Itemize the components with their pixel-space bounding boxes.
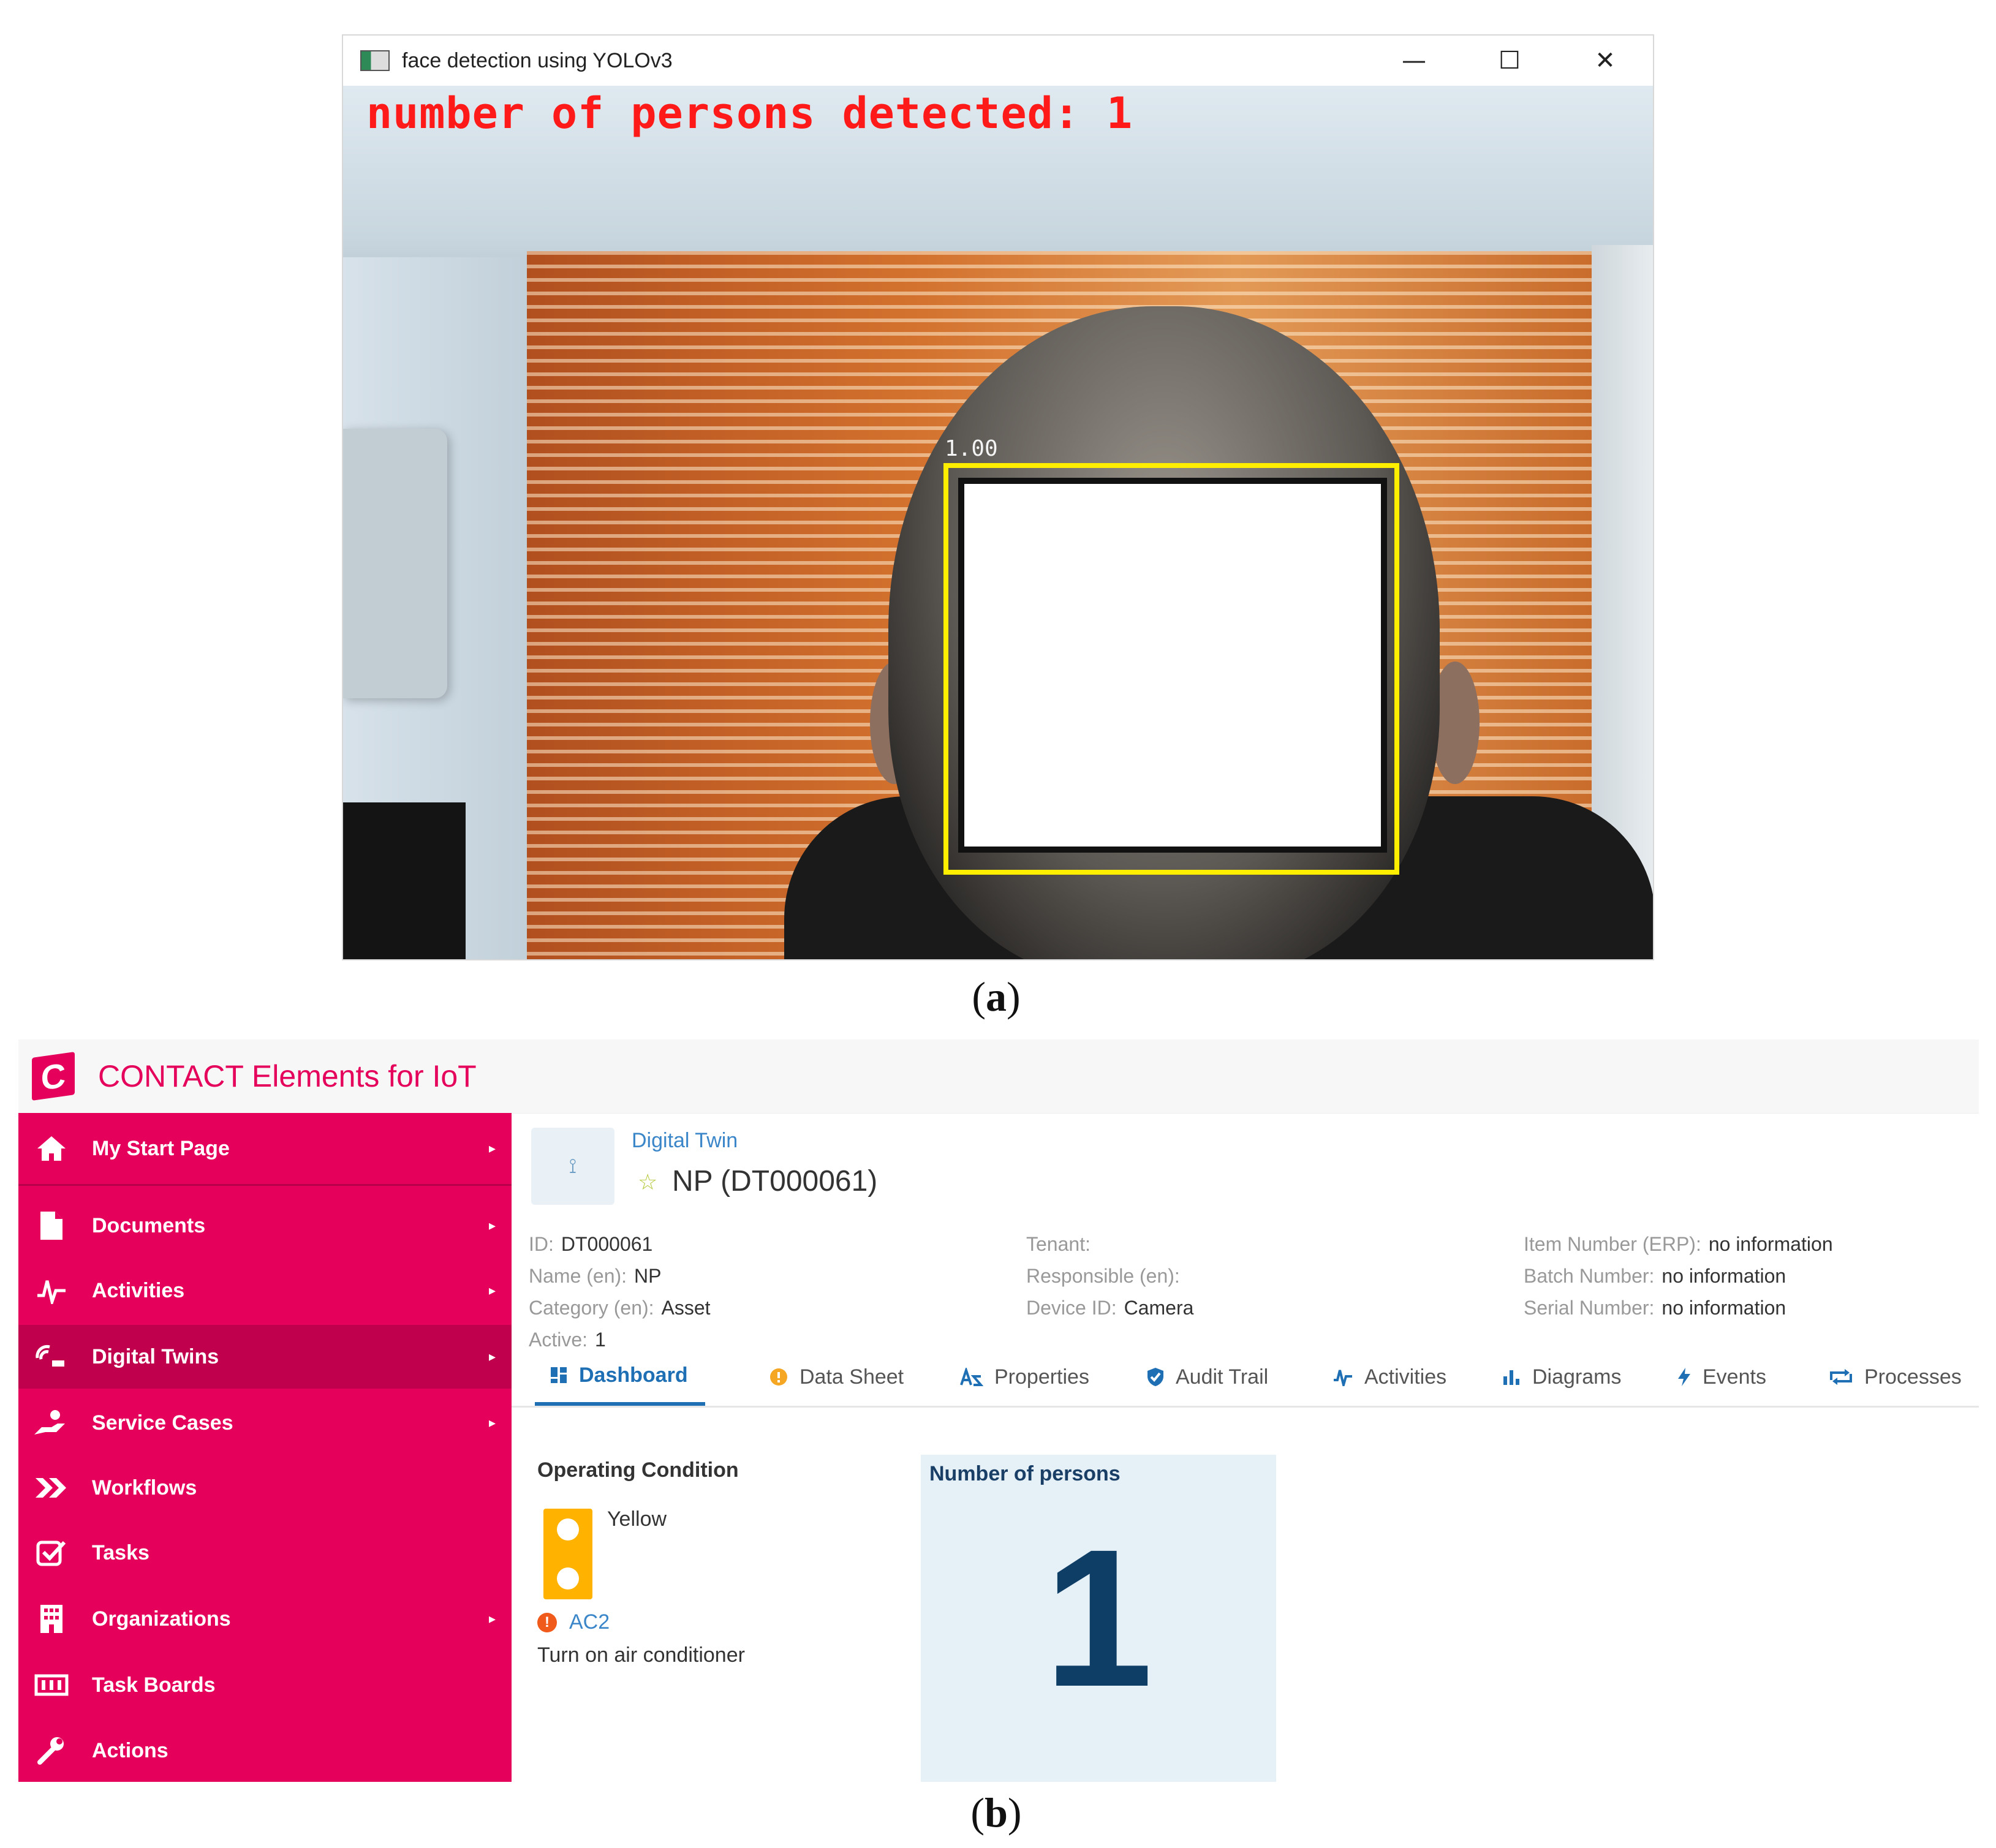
field-device-id: Device ID: Camera xyxy=(1026,1297,1194,1319)
close-icon[interactable]: ✕ xyxy=(1557,36,1653,86)
tab-properties[interactable]: Properties xyxy=(960,1348,1089,1406)
sidebar-item-label: Tasks xyxy=(92,1541,149,1564)
task-check-icon xyxy=(33,1539,70,1567)
chevron-right-icon: ▸ xyxy=(488,1415,496,1430)
process-loop-icon xyxy=(1829,1368,1853,1386)
camera-feed: number of persons detected: 1 1.00 xyxy=(343,86,1653,959)
field-item-number: Item Number (ERP): no information xyxy=(1524,1233,1833,1255)
dark-object xyxy=(343,802,466,959)
sidebar-item-organizations[interactable]: Organizations ▸ xyxy=(18,1587,512,1651)
sidebar-item-digital-twins[interactable]: Digital Twins ▸ xyxy=(18,1325,512,1389)
sidebar-item-activities[interactable]: Activities ▸ xyxy=(18,1260,512,1321)
kpi-title: Number of persons xyxy=(929,1462,1121,1485)
sidebar-item-label: Digital Twins xyxy=(92,1345,219,1368)
properties-icon xyxy=(960,1368,983,1386)
activity-icon xyxy=(33,1277,70,1304)
contact-logo[interactable]: C xyxy=(32,1052,75,1101)
dashboard-icon xyxy=(550,1366,568,1384)
chevron-right-icon: ▸ xyxy=(488,1218,496,1233)
chevron-right-icon: ▸ xyxy=(488,1611,496,1626)
kpi-value: 1 xyxy=(1044,1508,1153,1727)
app-title: CONTACT Elements for IoT xyxy=(98,1059,477,1093)
app-header: C CONTACT Elements for IoT xyxy=(18,1039,1979,1114)
field-serial-number: Serial Number: no information xyxy=(1524,1297,1786,1319)
sidebar-item-label: Task Boards xyxy=(92,1673,216,1697)
alert-description: Turn on air conditioner xyxy=(537,1643,745,1667)
tab-events[interactable]: Events xyxy=(1677,1348,1766,1406)
face-privacy-mask xyxy=(958,478,1387,853)
digital-twin-object-icon: ⟟ xyxy=(531,1128,614,1205)
field-tenant: Tenant: xyxy=(1026,1233,1091,1255)
shield-check-icon xyxy=(1146,1367,1165,1387)
favorite-star-icon[interactable]: ☆ xyxy=(638,1169,657,1195)
home-icon xyxy=(33,1134,70,1163)
sidebar-item-label: Workflows xyxy=(92,1476,197,1499)
bar-chart-icon xyxy=(1502,1368,1521,1386)
tab-audit-trail[interactable]: Audit Trail xyxy=(1146,1348,1268,1406)
sidebar-item-label: My Start Page xyxy=(92,1136,230,1160)
tab-processes[interactable]: Processes xyxy=(1829,1348,1962,1406)
wall-panel xyxy=(343,429,447,698)
alert-row: ! AC2 xyxy=(537,1610,610,1634)
sidebar-item-actions[interactable]: Actions xyxy=(18,1719,512,1782)
chevron-right-icon: ▸ xyxy=(488,1349,496,1364)
sidebar-item-task-boards[interactable]: Task Boards xyxy=(18,1654,512,1716)
tab-activities[interactable]: Activities xyxy=(1333,1348,1446,1406)
document-icon xyxy=(33,1210,70,1241)
sidebar-item-workflows[interactable]: Workflows xyxy=(18,1457,512,1518)
sidebar-item-label: Organizations xyxy=(92,1607,231,1631)
sidebar-item-my-start-page[interactable]: My Start Page ▸ xyxy=(18,1113,512,1184)
data-sheet-icon xyxy=(769,1367,788,1387)
tab-dashboard[interactable]: Dashboard xyxy=(535,1348,705,1406)
activity-icon xyxy=(1333,1368,1353,1386)
kpi-tile-number-of-persons: Number of persons 1 xyxy=(921,1455,1276,1782)
object-type-link[interactable]: Digital Twin xyxy=(632,1129,738,1153)
field-id: ID: DT000061 xyxy=(529,1233,653,1255)
workflow-chevrons-icon xyxy=(33,1477,70,1499)
sidebar-item-service-cases[interactable]: Service Cases ▸ xyxy=(18,1392,512,1454)
tab-diagrams[interactable]: Diagrams xyxy=(1502,1348,1621,1406)
object-title: NP (DT000061) xyxy=(672,1165,878,1197)
wrench-icon xyxy=(33,1735,70,1766)
service-hand-icon xyxy=(33,1408,70,1438)
building-icon xyxy=(33,1604,70,1634)
sidebar-item-label: Service Cases xyxy=(92,1411,233,1435)
sidebar-item-documents[interactable]: Documents ▸ xyxy=(18,1195,512,1256)
main-content: ⟟ Digital Twin ☆ NP (DT000061) ID: DT0000… xyxy=(512,1113,1979,1782)
chevron-right-icon: ▸ xyxy=(488,1283,496,1298)
sidebar-item-label: Actions xyxy=(92,1738,168,1762)
detection-score: 1.00 xyxy=(945,436,998,461)
minimize-icon[interactable]: — xyxy=(1366,36,1462,86)
sidebar-divider xyxy=(18,1184,512,1186)
operating-status: Yellow xyxy=(607,1507,667,1531)
tab-data-sheet[interactable]: Data Sheet xyxy=(769,1348,904,1406)
task-board-icon xyxy=(33,1674,70,1696)
persons-detected-overlay: number of persons detected: 1 xyxy=(366,88,1133,138)
caption-b: (b) xyxy=(970,1789,1022,1836)
window-title: face detection using YOLOv3 xyxy=(402,48,673,72)
caption-a: (a) xyxy=(972,973,1021,1020)
app-window-icon xyxy=(360,50,390,71)
iot-app: C CONTACT Elements for IoT My Start Page… xyxy=(18,1039,1979,1782)
field-category: Category (en): Asset xyxy=(529,1297,711,1319)
chevron-right-icon: ▸ xyxy=(488,1141,496,1156)
maximize-icon[interactable]: ☐ xyxy=(1462,36,1557,86)
sidebar: My Start Page ▸ Documents ▸ Activities ▸… xyxy=(18,1113,512,1782)
alert-code-link[interactable]: AC2 xyxy=(569,1610,610,1634)
alert-icon: ! xyxy=(537,1612,557,1632)
tab-bar: Dashboard Data Sheet Properties Audit Tr… xyxy=(512,1348,1979,1408)
sidebar-item-label: Documents xyxy=(92,1213,206,1237)
digital-twin-icon xyxy=(33,1343,70,1370)
field-name: Name (en): NP xyxy=(529,1265,662,1287)
lightning-icon xyxy=(1677,1367,1692,1387)
traffic-light-icon xyxy=(543,1509,592,1599)
field-responsible: Responsible (en): xyxy=(1026,1265,1180,1287)
sidebar-item-tasks[interactable]: Tasks xyxy=(18,1522,512,1583)
window-titlebar[interactable]: face detection using YOLOv3 — ☐ ✕ xyxy=(343,36,1653,86)
face-detection-window: face detection using YOLOv3 — ☐ ✕ number… xyxy=(342,34,1654,960)
field-batch-number: Batch Number: no information xyxy=(1524,1265,1786,1287)
operating-condition-title: Operating Condition xyxy=(537,1458,739,1482)
sidebar-item-label: Activities xyxy=(92,1278,185,1302)
